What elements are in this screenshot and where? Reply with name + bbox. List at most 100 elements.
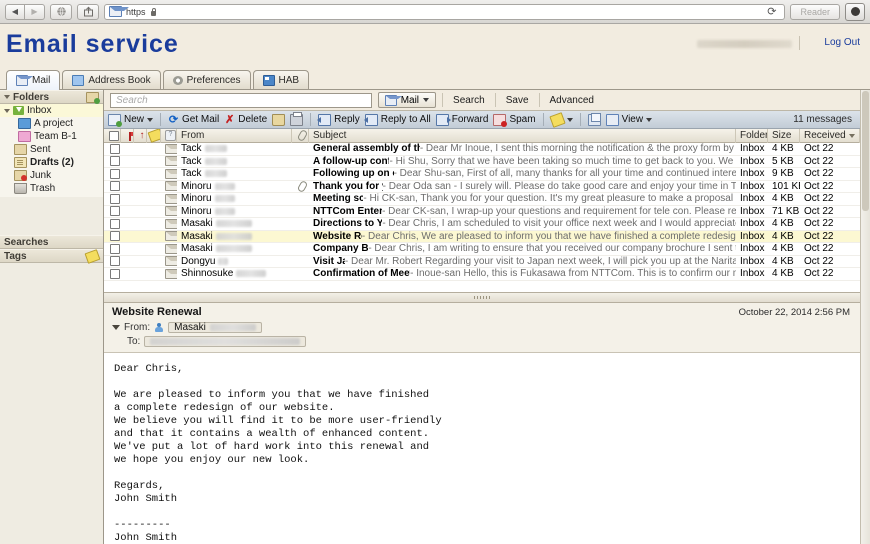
column-flag[interactable] xyxy=(121,128,134,143)
row-flag[interactable] xyxy=(121,218,134,231)
to-address-pill[interactable] xyxy=(144,336,307,347)
tab-mail[interactable]: Mail xyxy=(6,70,61,90)
row-read-status[interactable] xyxy=(161,243,177,256)
tags-section-header[interactable]: Tags xyxy=(0,248,103,264)
table-row[interactable]: Masaki Company Brochure - Dear Chris, I a… xyxy=(104,243,860,256)
folders-section-header[interactable]: Folders xyxy=(0,90,103,104)
row-flag[interactable] xyxy=(121,168,134,181)
tab-preferences[interactable]: Preferences xyxy=(162,70,251,89)
sidebar-item-team-b1[interactable]: Team B-1 xyxy=(0,130,103,143)
searches-section-header[interactable]: Searches xyxy=(0,235,103,249)
row-tag[interactable] xyxy=(147,193,161,206)
row-tag[interactable] xyxy=(147,205,161,218)
row-checkbox[interactable] xyxy=(104,168,121,181)
new-folder-icon[interactable] xyxy=(86,91,100,104)
column-priority[interactable]: ↑ xyxy=(134,128,147,143)
row-checkbox[interactable] xyxy=(104,268,121,281)
row-checkbox[interactable] xyxy=(104,230,121,243)
forward-button[interactable]: Forward xyxy=(435,113,488,126)
row-tag[interactable] xyxy=(147,230,161,243)
table-row[interactable]: Masaki Website Renewal - Dear Chris, We a… xyxy=(104,230,860,243)
sidebar-item-a-project[interactable]: A project xyxy=(0,117,103,130)
column-attachment[interactable] xyxy=(292,128,309,143)
row-priority[interactable] xyxy=(134,268,147,281)
pane-splitter[interactable] xyxy=(104,292,860,303)
row-flag[interactable] xyxy=(121,180,134,193)
spam-button[interactable]: Spam xyxy=(493,113,536,127)
row-read-status[interactable] xyxy=(161,180,177,193)
column-received[interactable]: Received xyxy=(800,128,860,143)
share-button[interactable] xyxy=(77,3,99,20)
share-sidebar-button[interactable] xyxy=(50,3,72,20)
url-bar[interactable]: https ⟳ xyxy=(104,3,786,20)
row-checkbox[interactable] xyxy=(104,255,121,268)
menu-button[interactable] xyxy=(845,2,865,21)
row-read-status[interactable] xyxy=(161,205,177,218)
row-flag[interactable] xyxy=(121,143,134,155)
row-priority[interactable] xyxy=(134,180,147,193)
delete-button[interactable]: ✗ Delete xyxy=(224,114,267,125)
row-read-status[interactable] xyxy=(161,168,177,181)
print-button[interactable] xyxy=(290,111,304,126)
row-flag[interactable] xyxy=(121,255,134,268)
row-priority[interactable] xyxy=(134,243,147,256)
save-search-button[interactable]: Save xyxy=(502,95,533,106)
reader-button[interactable]: Reader xyxy=(790,3,840,20)
table-row[interactable]: Tack Following up on our meeting - Dear S… xyxy=(104,168,860,181)
row-flag[interactable] xyxy=(121,205,134,218)
row-checkbox[interactable] xyxy=(104,218,121,231)
tab-hab[interactable]: HAB xyxy=(252,70,310,89)
reload-button[interactable]: ⟳ xyxy=(763,5,780,18)
row-priority[interactable] xyxy=(134,143,147,155)
row-read-status[interactable] xyxy=(161,230,177,243)
sidebar-item-sent[interactable]: Sent xyxy=(0,143,103,156)
row-read-status[interactable] xyxy=(161,155,177,168)
sidebar-item-trash[interactable]: Trash xyxy=(0,182,103,195)
sidebar-item-junk[interactable]: Junk xyxy=(0,169,103,182)
row-tag[interactable] xyxy=(147,255,161,268)
tag-icon[interactable] xyxy=(84,248,101,264)
row-read-status[interactable] xyxy=(161,143,177,155)
row-priority[interactable] xyxy=(134,155,147,168)
column-subject[interactable]: Subject xyxy=(309,128,736,143)
table-row[interactable]: Minoru Meeting schedule - Hi CK-san, Than… xyxy=(104,193,860,206)
logout-link[interactable]: Log Out xyxy=(824,37,860,48)
row-priority[interactable] xyxy=(134,255,147,268)
column-unread[interactable]: ? xyxy=(161,128,177,143)
row-tag[interactable] xyxy=(147,218,161,231)
move-button[interactable] xyxy=(272,113,286,126)
row-priority[interactable] xyxy=(134,168,147,181)
table-row[interactable]: Shinnosuke Confirmation of Meeting on Oct… xyxy=(104,268,860,281)
row-checkbox[interactable] xyxy=(104,243,121,256)
row-flag[interactable] xyxy=(121,193,134,206)
message-list[interactable]: Tack General assembly of the shareholders… xyxy=(104,143,860,292)
reply-all-button[interactable]: Reply to All xyxy=(363,113,431,126)
table-row[interactable]: Minoru Thank you for your time! - Dear Od… xyxy=(104,180,860,193)
row-flag[interactable] xyxy=(121,243,134,256)
view-button[interactable]: View xyxy=(605,113,653,126)
chevron-down-icon[interactable] xyxy=(4,108,10,113)
select-all-checkbox[interactable] xyxy=(104,128,121,143)
row-tag[interactable] xyxy=(147,243,161,256)
tag-button[interactable] xyxy=(548,111,573,128)
search-button[interactable]: Search xyxy=(449,95,489,106)
row-flag[interactable] xyxy=(121,230,134,243)
row-tag[interactable] xyxy=(147,180,161,193)
row-checkbox[interactable] xyxy=(104,180,121,193)
row-tag[interactable] xyxy=(147,143,161,155)
row-flag[interactable] xyxy=(121,155,134,168)
row-read-status[interactable] xyxy=(161,218,177,231)
search-input[interactable] xyxy=(110,92,372,108)
search-scope-dropdown[interactable]: Mail xyxy=(377,92,437,108)
back-button[interactable]: ◀ xyxy=(5,3,25,20)
row-priority[interactable] xyxy=(134,218,147,231)
window-scrollbar[interactable] xyxy=(860,90,870,544)
table-row[interactable]: Tack A follow-up conference call - Hi Shu… xyxy=(104,155,860,168)
column-from[interactable]: From xyxy=(177,128,292,143)
reply-button[interactable]: Reply xyxy=(317,113,360,126)
tab-address-book[interactable]: Address Book xyxy=(62,70,161,89)
row-checkbox[interactable] xyxy=(104,193,121,206)
sidebar-item-inbox[interactable]: Inbox xyxy=(0,104,103,117)
table-row[interactable]: Tack General assembly of the shareholders… xyxy=(104,143,860,156)
row-priority[interactable] xyxy=(134,193,147,206)
